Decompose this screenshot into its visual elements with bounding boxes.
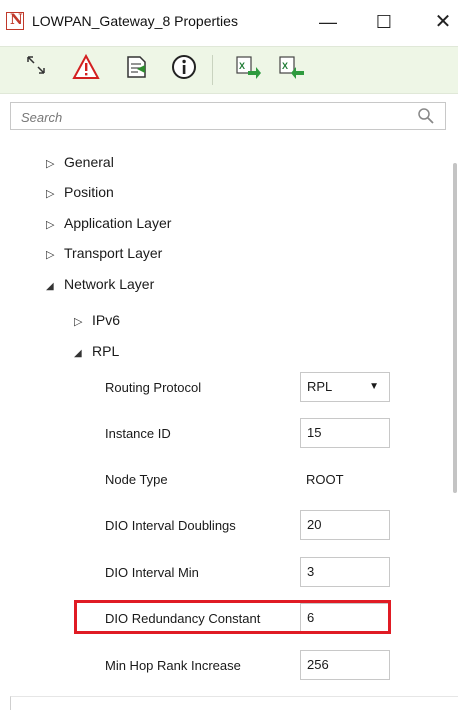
title-bar: N LOWPAN_Gateway_8 Properties — ☐ ✕	[0, 0, 458, 44]
excel-export-icon[interactable]: X	[232, 54, 264, 86]
maximize-button[interactable]: ☐	[369, 8, 399, 36]
routing-protocol-label: Routing Protocol	[105, 380, 202, 395]
close-button[interactable]: ✕	[428, 8, 458, 36]
expand-triangle-icon[interactable]	[74, 310, 92, 334]
tree-item-general[interactable]: General	[46, 150, 114, 174]
svg-text:X: X	[282, 61, 288, 71]
instance-id-label: Instance ID	[105, 426, 171, 441]
search-input[interactable]	[19, 107, 413, 127]
expand-arrows-icon[interactable]	[20, 54, 52, 86]
document-icon[interactable]	[120, 54, 152, 86]
tree-item-transport-layer[interactable]: Transport Layer	[46, 241, 162, 265]
tree-item-rpl[interactable]: RPL	[74, 339, 119, 363]
toolbar-separator	[212, 55, 213, 85]
routing-protocol-select[interactable]: RPL ▼	[300, 372, 390, 402]
expand-triangle-icon[interactable]	[46, 213, 64, 237]
search-box	[10, 102, 446, 130]
dio-interval-min-label: DIO Interval Min	[105, 565, 199, 580]
minimize-button[interactable]: —	[313, 8, 343, 36]
min-hop-rank-increase-label: Min Hop Rank Increase	[105, 658, 241, 673]
node-type-label: Node Type	[105, 472, 168, 487]
instance-id-input[interactable]: 15	[300, 418, 390, 448]
excel-import-icon[interactable]: X	[275, 54, 307, 86]
tree-item-ipv6[interactable]: IPv6	[74, 308, 120, 332]
description-pane	[10, 696, 458, 710]
dropdown-caret-icon: ▼	[369, 381, 379, 392]
collapse-triangle-icon[interactable]	[46, 274, 64, 299]
expand-triangle-icon[interactable]	[46, 152, 64, 176]
window-title: LOWPAN_Gateway_8 Properties	[32, 13, 238, 29]
toolbar: X X	[0, 46, 458, 94]
scrollbar-thumb[interactable]	[453, 163, 457, 493]
min-hop-rank-increase-input[interactable]: 256	[300, 650, 390, 680]
highlight-box	[74, 600, 391, 634]
tree-item-position[interactable]: Position	[46, 180, 114, 204]
info-icon[interactable]	[168, 54, 200, 86]
warning-icon[interactable]	[70, 53, 102, 86]
tree-item-application-layer[interactable]: Application Layer	[46, 211, 171, 235]
search-icon[interactable]	[417, 107, 435, 125]
dio-interval-doublings-label: DIO Interval Doublings	[105, 518, 236, 533]
routing-protocol-value: RPL	[307, 379, 333, 394]
expand-triangle-icon[interactable]	[46, 182, 64, 206]
dio-interval-doublings-input[interactable]: 20	[300, 510, 390, 540]
collapse-triangle-icon[interactable]	[74, 341, 92, 366]
app-logo-icon: N	[6, 12, 24, 30]
node-type-value: ROOT	[306, 472, 344, 487]
expand-triangle-icon[interactable]	[46, 243, 64, 267]
dio-interval-min-input[interactable]: 3	[300, 557, 390, 587]
tree-item-network-layer[interactable]: Network Layer	[46, 272, 154, 296]
svg-text:X: X	[239, 61, 245, 71]
